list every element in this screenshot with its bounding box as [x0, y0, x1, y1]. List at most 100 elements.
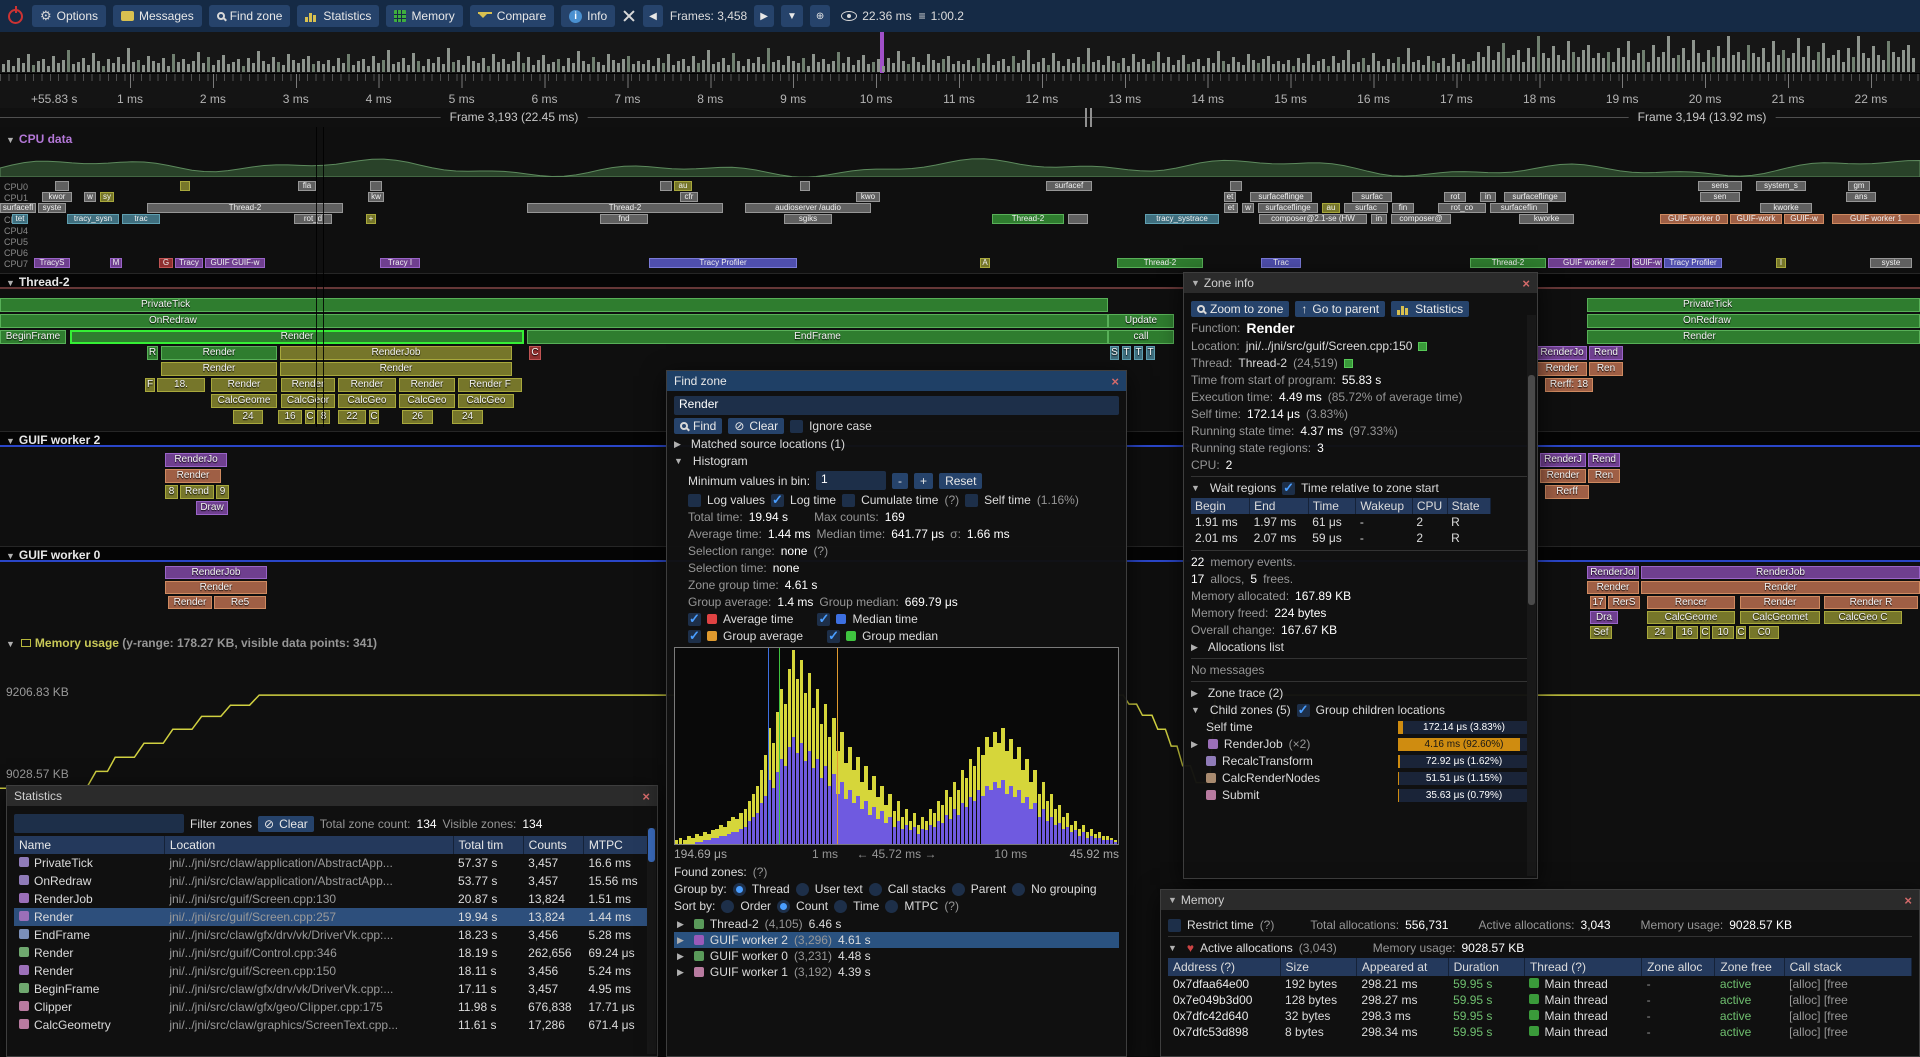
cpu-zone[interactable]: M — [110, 258, 122, 268]
timeline-zone[interactable]: RenderJ — [1540, 453, 1586, 467]
timeline-zone[interactable]: C — [1700, 626, 1710, 639]
stats-column-header[interactable]: Name — [14, 836, 164, 854]
close-icon[interactable]: × — [1111, 374, 1119, 389]
timeline-zone[interactable]: CalcGeo — [338, 394, 396, 408]
timeline-zone[interactable]: Rencer — [1647, 596, 1735, 609]
timeline-zone[interactable]: 24 — [233, 410, 263, 424]
scrollbar-thumb[interactable] — [1528, 375, 1535, 605]
timeline-zone[interactable]: Render — [211, 378, 277, 392]
cpu-zone[interactable]: kworke — [1760, 203, 1812, 213]
timeline-zone[interactable]: 24 — [452, 410, 483, 424]
timeline-zone[interactable]: RenderJol — [1587, 566, 1639, 579]
cpu-zone[interactable]: Thread-2 — [1117, 258, 1203, 268]
found-zone-group-row[interactable]: ▶GUIF worker 1(3,192)4.39 s — [674, 964, 1119, 980]
memory-table-row[interactable]: 0x7dfc53d8988 bytes298.34 ms59.95 sMain … — [1168, 1024, 1912, 1040]
wait-column-header[interactable]: Time — [1308, 498, 1356, 514]
timeline-zone[interactable]: S — [1110, 346, 1119, 360]
memory-table-row[interactable]: 0x7e049b3d00128 bytes298.27 ms59.95 sMai… — [1168, 992, 1912, 1008]
cpu-zone[interactable]: fnd — [600, 214, 648, 224]
timeline-zone[interactable]: C — [305, 410, 315, 424]
stats-table-row[interactable]: Renderjni/../jni/src/guif/Screen.cpp:150… — [14, 962, 650, 980]
log-time-checkbox[interactable] — [771, 494, 784, 507]
memory-column-header[interactable]: Duration — [1448, 958, 1524, 976]
timeline-zone[interactable]: Render — [1641, 581, 1920, 594]
cpu-zone[interactable]: Thread-2 — [1470, 258, 1546, 268]
stats-column-header[interactable]: Counts — [523, 836, 583, 854]
timeline-zone[interactable]: EndFrame — [527, 330, 1108, 344]
memory-column-header[interactable]: Thread (?) — [1524, 958, 1641, 976]
close-icon[interactable]: × — [1904, 893, 1912, 908]
timeline-zone[interactable]: CalcGeo C — [1824, 611, 1902, 624]
memory-column-header[interactable]: Call stack — [1784, 958, 1911, 976]
timeline-zone[interactable]: Render — [168, 596, 212, 609]
cpu-zone[interactable]: au — [1322, 203, 1340, 213]
timeline-zone[interactable]: T — [1134, 346, 1143, 360]
timeline-zone[interactable]: Update — [1108, 314, 1174, 328]
timeline-zone[interactable]: Render — [1587, 581, 1639, 594]
filter-zones-input[interactable] — [14, 814, 184, 833]
timeline-zone[interactable]: 10 — [1712, 626, 1734, 639]
zone-statistics-button[interactable]: Statistics — [1391, 301, 1469, 317]
cpu-zone[interactable]: GUIF-w — [1784, 214, 1824, 224]
timeline-zone[interactable]: Render — [338, 378, 396, 392]
timeline-zone[interactable]: F — [145, 378, 155, 392]
cpu-zone[interactable]: system_s — [1756, 181, 1806, 191]
find-zone-window-titlebar[interactable]: Find zone× — [667, 371, 1126, 391]
cpu-zone[interactable]: fla — [298, 181, 316, 191]
timeline-zone[interactable]: OnRedraw — [1587, 314, 1920, 328]
timeline-zone[interactable]: RenderJob — [165, 566, 267, 579]
cpu-zone[interactable]: I — [1776, 258, 1786, 268]
collapsed-triangle-icon[interactable]: ▶ — [1191, 688, 1198, 699]
timeline-zone[interactable]: CalcGeo — [458, 394, 514, 408]
statistics-scrollbar[interactable] — [647, 828, 656, 1054]
cpu-zone[interactable] — [370, 181, 382, 191]
cpu-zone[interactable]: composer@ — [1391, 214, 1451, 224]
cpu-data-header[interactable]: ▼CPU data — [6, 132, 72, 146]
found-zone-group-row[interactable]: ▶GUIF worker 2(3,296)4.61 s — [674, 932, 1119, 948]
zone-info-scrollbar[interactable] — [1527, 315, 1536, 876]
timeline-zone[interactable]: Ren — [1589, 362, 1623, 376]
memory-column-header[interactable]: Address (?) — [1168, 958, 1280, 976]
cpu-zone[interactable]: au — [674, 181, 692, 191]
stats-table-row[interactable]: OnRedrawjni/../jni/src/claw/application/… — [14, 872, 650, 890]
cpu-zone[interactable]: in — [1480, 192, 1496, 202]
timeline-zone[interactable]: CalcGeo — [399, 394, 455, 408]
legend-checkbox[interactable] — [827, 630, 840, 643]
group-by-radio[interactable] — [733, 883, 746, 896]
timeline-zone[interactable]: Render — [281, 378, 335, 392]
timeline-zone[interactable]: 22 — [338, 410, 366, 424]
timeline-zone[interactable]: CalcGeomet — [1740, 611, 1820, 624]
timeline-zone[interactable]: Render — [161, 346, 277, 360]
wait-column-header[interactable]: End — [1250, 498, 1309, 514]
cpu-zone[interactable] — [180, 181, 190, 191]
child-zone-row[interactable]: Submit35.63 μs (0.79%) — [1191, 788, 1530, 802]
cpu-zone[interactable]: GUIF GUIF-w — [205, 258, 265, 268]
timeline-zone[interactable]: C — [529, 346, 541, 360]
timeline-zone[interactable]: Draw — [196, 501, 228, 515]
frame-marker-bar[interactable]: Frame 3,193 (22.45 ms) Frame 3,194 (13.9… — [0, 108, 1920, 127]
sort-by-radio[interactable] — [721, 900, 734, 913]
cumulate-time-checkbox[interactable] — [842, 494, 855, 507]
frame-dropdown-button[interactable]: ▼ — [781, 5, 803, 27]
timeline-zone[interactable]: Render — [165, 581, 267, 594]
timeline-zone[interactable]: BeginFrame — [0, 330, 66, 344]
cpu-zone[interactable]: fin — [1392, 203, 1414, 213]
find-button[interactable]: Find — [674, 418, 722, 434]
call-stack-cell[interactable]: [alloc] [free — [1784, 976, 1911, 992]
log-values-checkbox[interactable] — [688, 494, 701, 507]
min-bin-decrease-button[interactable]: - — [892, 473, 908, 489]
cpu-zone[interactable]: surfacef — [1046, 181, 1092, 191]
cpu-zone[interactable] — [1068, 214, 1088, 224]
ignore-case-checkbox[interactable] — [790, 420, 803, 433]
cpu-zone[interactable]: Tracy I — [380, 258, 420, 268]
cpu-zone[interactable]: tet — [12, 214, 28, 224]
timeline-zone[interactable]: RenderJo — [1537, 346, 1587, 360]
memory-column-header[interactable]: Appeared at — [1356, 958, 1448, 976]
find-zone-button[interactable]: Find zone — [209, 5, 291, 27]
min-bin-input[interactable]: 1 — [816, 471, 886, 490]
zone-info-window-titlebar[interactable]: ▼Zone info× — [1184, 273, 1537, 293]
cpu-zone[interactable]: G — [159, 258, 173, 268]
self-time-checkbox[interactable] — [965, 494, 978, 507]
timeline-zone[interactable]: CalcGeome — [211, 394, 277, 408]
memory-table-row[interactable]: 0x7dfc42d64032 bytes298.3 ms59.95 sMain … — [1168, 1008, 1912, 1024]
